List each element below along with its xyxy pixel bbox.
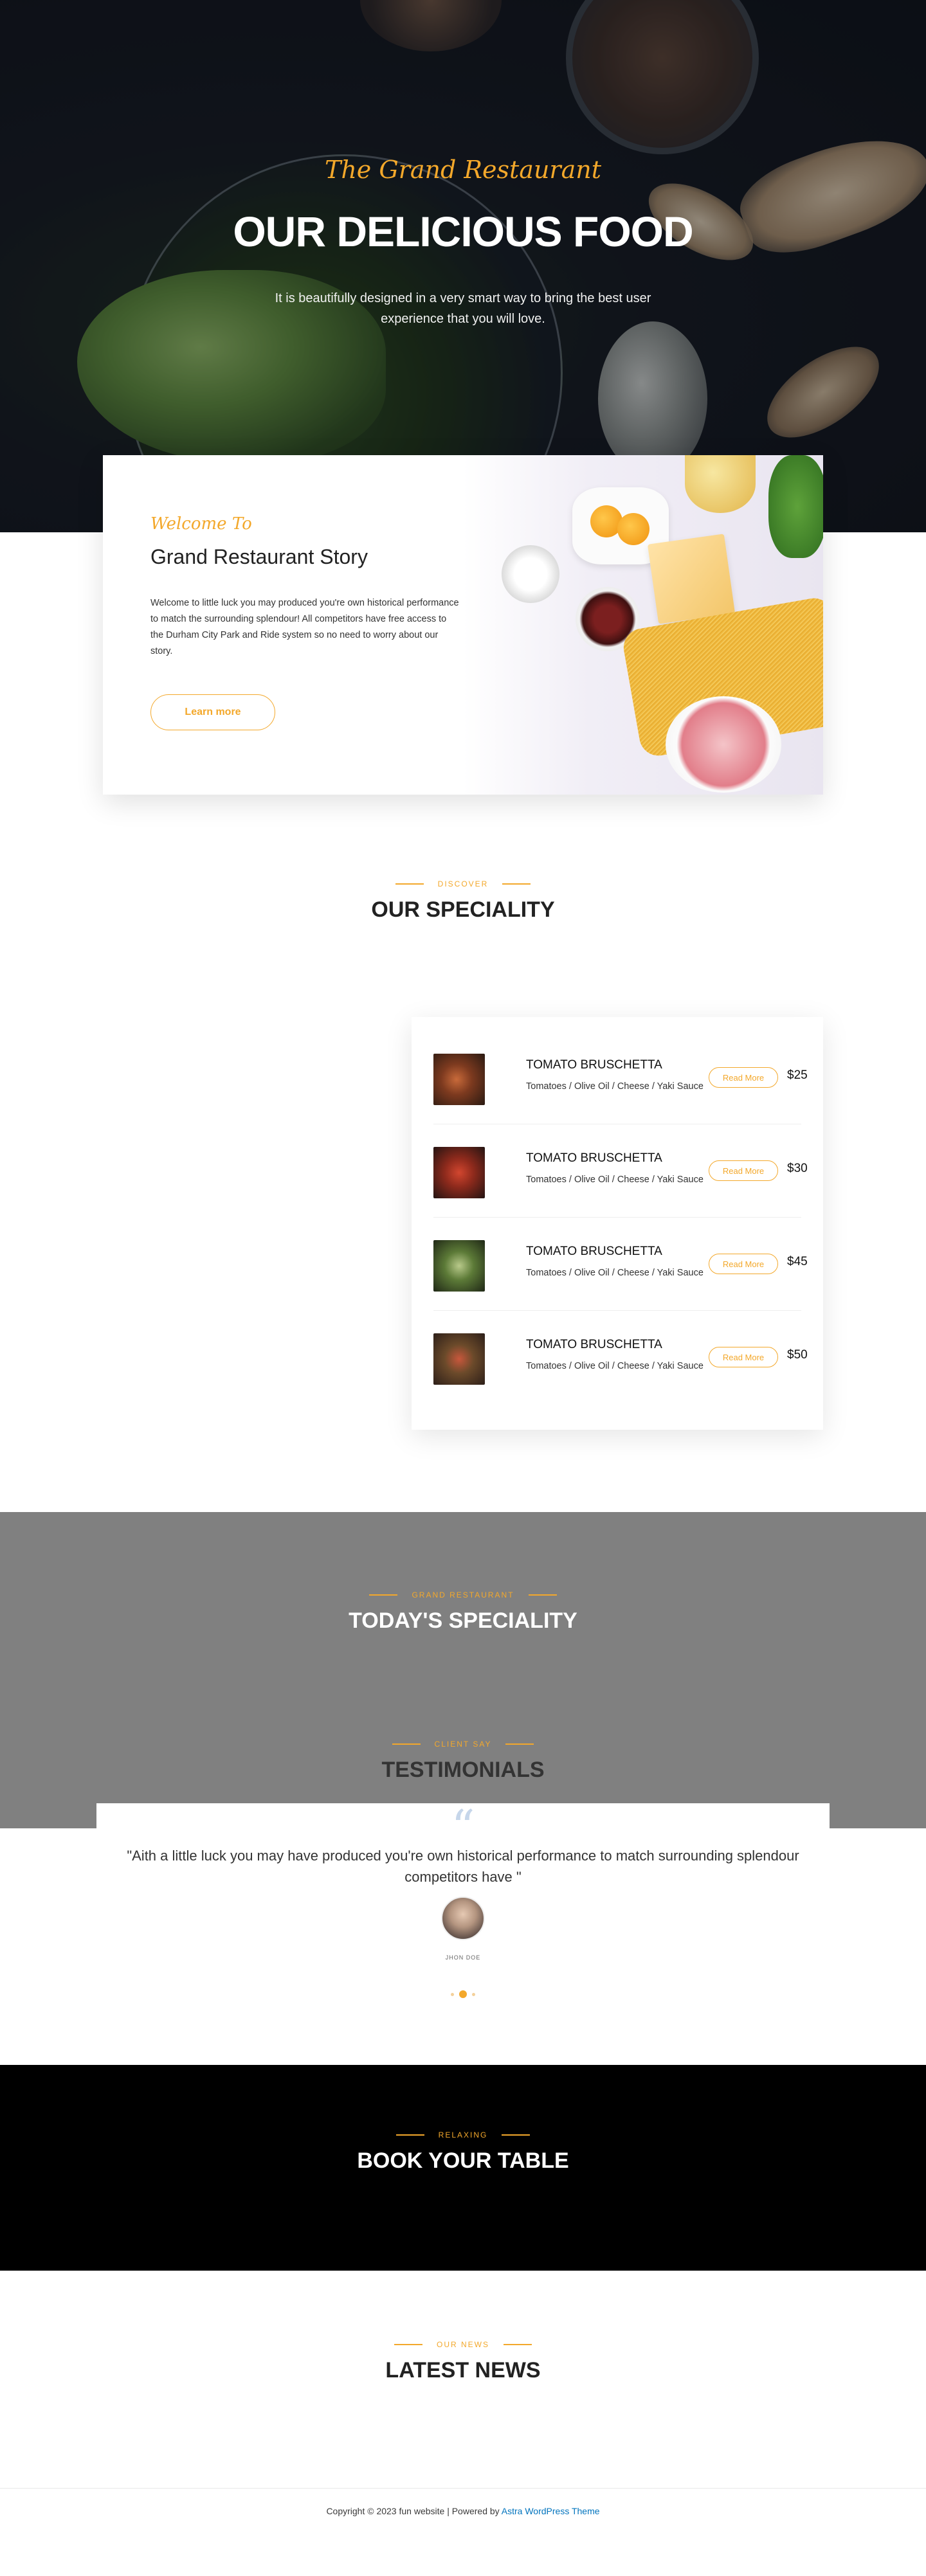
hero-overlay [0,0,926,532]
story-card: Welcome To Grand Restaurant Story Welcom… [103,455,823,795]
page: The Grand Restaurant OUR DELICIOUS FOOD … [0,0,926,2576]
dish-ingredients: Tomatoes / Olive Oil / Cheese / Yaki Sau… [526,1175,704,1185]
menu-item: TOMATO BRUSCHETTA Tomatoes / Olive Oil /… [433,1031,808,1124]
carousel-dots [0,1990,926,1998]
latest-news-header: OUR NEWS LATEST NEWS [0,2340,926,2383]
read-more-button[interactable]: Read More [709,1254,778,1274]
book-table-section: RELAXING BOOK YOUR TABLE [0,2065,926,2271]
story-body: Welcome to little luck you may produced … [150,598,459,656]
dish-thumbnail [433,1240,485,1292]
dish-name: TOMATO BRUSCHETTA [526,1151,662,1165]
testimonial-author: JHON DOE [445,1954,481,1961]
menu-item: TOMATO BRUSCHETTA Tomatoes / Olive Oil /… [433,1311,808,1404]
dish-thumbnail [433,1054,485,1105]
footer-divider [0,2488,926,2489]
cheese-image [647,534,736,624]
ham-plate-image [666,696,781,793]
todays-speciality-kicker: GRAND RESTAURANT [412,1590,514,1599]
book-table-header: RELAXING BOOK YOUR TABLE [0,2130,926,2174]
avatar [441,1896,485,1940]
read-more-button[interactable]: Read More [709,1347,778,1367]
todays-speciality-header: GRAND RESTAURANT TODAY'S SPECIALITY [0,1590,926,1634]
latest-news-kicker: OUR NEWS [437,2340,489,2349]
testimonials-kicker: CLIENT SAY [434,1740,492,1749]
herbs-image [768,455,823,558]
speciality-menu-card: TOMATO BRUSCHETTA Tomatoes / Olive Oil /… [412,1017,823,1430]
story-script: Welcome To [150,514,252,534]
divider-line [504,2344,532,2345]
testimonials-heading: TESTIMONIALS [381,1758,545,1782]
divider-line [505,1743,534,1745]
dish-price: $50 [787,1348,808,1362]
dish-name: TOMATO BRUSCHETTA [526,1058,662,1072]
dish-ingredients: Tomatoes / Olive Oil / Cheese / Yaki Sau… [526,1268,704,1278]
menu-item: TOMATO BRUSCHETTA Tomatoes / Olive Oil /… [433,1218,808,1311]
footer-copyright: Copyright © 2023 fun website | Powered b… [326,2506,502,2516]
book-table-heading: BOOK YOUR TABLE [357,2148,569,2173]
dish-price: $30 [787,1162,808,1175]
footer: Copyright © 2023 fun website | Powered b… [0,2506,926,2516]
testimonial-quote: "Aith a little luck you may have produce… [127,1848,799,1885]
quote-icon: “ [451,1800,475,1854]
divider-line [502,883,531,885]
divider-line [392,1743,421,1745]
dish-ingredients: Tomatoes / Olive Oil / Cheese / Yaki Sau… [526,1081,704,1092]
carousel-dot[interactable] [472,1992,475,1996]
divider-line [395,2134,424,2136]
story-heading: Grand Restaurant Story [150,545,368,568]
hero-script-title: The Grand Restaurant [324,156,601,184]
oil-jar-image [685,455,756,513]
book-table-kicker: RELAXING [438,2130,488,2139]
footer-theme-link[interactable]: Astra WordPress Theme [502,2506,600,2516]
carousel-dot-active[interactable] [459,1990,467,1998]
hero-subtitle: It is beautifully designed in a very sma… [275,291,651,326]
todays-speciality-heading: TODAY'S SPECIALITY [349,1608,577,1633]
speciality-heading: OUR SPECIALITY [371,897,555,922]
read-more-button[interactable]: Read More [709,1067,778,1088]
dish-price: $45 [787,1255,808,1268]
testimonials-header: CLIENT SAY TESTIMONIALS [0,1740,926,1783]
divider-line [395,883,424,885]
dish-name: TOMATO BRUSCHETTA [526,1245,662,1258]
hero-title: OUR DELICIOUS FOOD [233,208,693,255]
divider-line [528,1594,557,1596]
read-more-button[interactable]: Read More [709,1160,778,1181]
dish-price: $25 [787,1068,808,1082]
dish-thumbnail [433,1147,485,1198]
dish-thumbnail [433,1333,485,1385]
carousel-dot[interactable] [451,1992,454,1996]
speciality-header: DISCOVER OUR SPECIALITY [0,879,926,923]
learn-more-button[interactable]: Learn more [150,694,275,730]
latest-news-heading: LATEST NEWS [385,2358,541,2382]
hero-section: The Grand Restaurant OUR DELICIOUS FOOD … [0,0,926,532]
dish-name: TOMATO BRUSCHETTA [526,1338,662,1351]
dish-ingredients: Tomatoes / Olive Oil / Cheese / Yaki Sau… [526,1361,704,1371]
todays-speciality-section: GRAND RESTAURANT TODAY'S SPECIALITY CLIE… [0,1512,926,1828]
divider-line [502,2134,531,2136]
divider-line [394,2344,422,2345]
speciality-kicker: DISCOVER [437,879,489,888]
divider-line [369,1594,398,1596]
salt-bowl-image [502,545,559,603]
menu-item: TOMATO BRUSCHETTA Tomatoes / Olive Oil /… [433,1124,808,1218]
